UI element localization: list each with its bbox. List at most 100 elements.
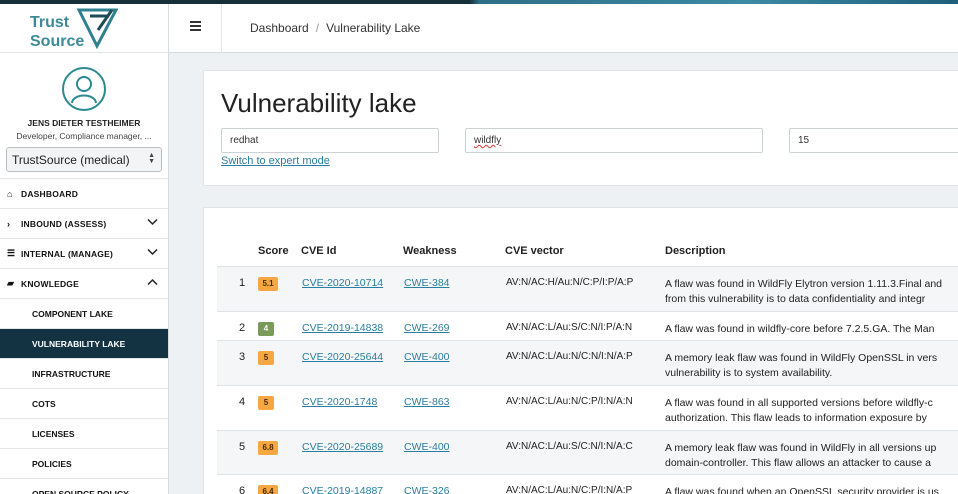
table-row[interactable]: 6 6.4 CVE-2019-14887 CWE-326 AV:N/AC:L/Au:N/… bbox=[217, 474, 958, 494]
row-number: 3 bbox=[238, 351, 246, 363]
header-divider bbox=[221, 4, 222, 53]
cwe-link[interactable]: CWE-400 bbox=[404, 441, 450, 453]
cve-vector: AV:N/AC:L/Au:N/C:N/I:N/A:P bbox=[506, 351, 633, 362]
chevron-up-icon bbox=[147, 278, 158, 286]
table-row[interactable]: 4 5 CVE-2020-1748 CWE-863 AV:N/AC:L/Au:N/C:P… bbox=[217, 385, 958, 430]
description: A flaw was found when an OpenSSL securit… bbox=[665, 485, 958, 494]
cve-link[interactable]: CVE-2020-1748 bbox=[302, 396, 377, 408]
top-header: Dashboard / Vulnerability Lake bbox=[169, 4, 958, 53]
expert-mode-link[interactable]: Switch to expert mode bbox=[221, 155, 330, 167]
nav-dashboard[interactable]: ⌂ DASHBOARD bbox=[0, 179, 168, 209]
description: A flaw was found in wildfly-core before … bbox=[665, 322, 958, 337]
row-number: 2 bbox=[238, 322, 246, 334]
sidebar: Trust Source JENS DIETER TESTHEIMER Deve… bbox=[0, 0, 169, 494]
description-line: A flaw was found in all supported versio… bbox=[665, 397, 933, 409]
description-line: A flaw was found when an OpenSSL securit… bbox=[665, 486, 939, 494]
score-badge: 5 bbox=[258, 351, 274, 365]
nav-knowledge[interactable]: ▰ KNOWLEDGE bbox=[0, 269, 168, 299]
cve-vector: AV:N/AC:L/Au:N/C:P/I:N/A:N bbox=[506, 396, 633, 407]
organization-select-value: TrustSource (medical) bbox=[12, 153, 130, 167]
description: A memory leak flaw was found in WildFly … bbox=[665, 351, 958, 381]
description-line: A flaw was found in WildFly Elytron vers… bbox=[665, 278, 943, 290]
description-line: authorization. This flaw leads to inform… bbox=[665, 412, 927, 424]
sidebar-item-policies[interactable]: POLICIES bbox=[0, 449, 168, 479]
cve-vector: AV:N/AC:L/Au:S/C:N/I:P/A:N bbox=[506, 322, 633, 333]
cwe-link[interactable]: CWE-863 bbox=[404, 396, 450, 408]
trustsource-logo-icon bbox=[76, 8, 118, 50]
hamburger-menu-icon[interactable] bbox=[190, 21, 201, 33]
description: A flaw was found in WildFly Elytron vers… bbox=[665, 277, 958, 307]
product-input-value: wildfly bbox=[474, 135, 502, 146]
table-row[interactable]: 2 4 CVE-2019-14838 CWE-269 AV:N/AC:L/Au:S/C:… bbox=[217, 311, 958, 340]
cve-vector: AV:N/AC:L/Au:S/C:N/I:N/A:C bbox=[506, 441, 633, 452]
page-title: Vulnerability lake bbox=[221, 88, 417, 118]
user-avatar-icon[interactable] bbox=[62, 67, 106, 111]
col-description[interactable]: Description bbox=[665, 245, 726, 257]
table-header: Score CVE Id Weakness CVE vector Descrip… bbox=[204, 245, 958, 266]
col-cve-id[interactable]: CVE Id bbox=[301, 245, 336, 257]
description-line: domain-controller. This flaw allows an a… bbox=[665, 457, 931, 469]
organization-select[interactable]: TrustSource (medical) ▲ ▼ bbox=[6, 147, 162, 172]
score-badge: 5 bbox=[258, 396, 274, 410]
cwe-link[interactable]: CWE-384 bbox=[404, 277, 450, 289]
breadcrumb: Dashboard / Vulnerability Lake bbox=[250, 21, 421, 35]
table-row[interactable]: 5 6.8 CVE-2020-25689 CWE-400 AV:N/AC:L/Au:S/… bbox=[217, 430, 958, 474]
nav-internal[interactable]: ☰ INTERNAL (MANAGE) bbox=[0, 239, 168, 269]
product-input[interactable]: wildfly bbox=[465, 128, 763, 153]
description: A flaw was found in all supported versio… bbox=[665, 396, 958, 426]
select-arrows-icon: ▲ ▼ bbox=[148, 152, 155, 165]
col-score[interactable]: Score bbox=[258, 245, 289, 257]
score-badge: 6.4 bbox=[258, 485, 278, 494]
sidebar-item-cots[interactable]: COTS bbox=[0, 389, 168, 419]
sidebar-item-open-source-policy[interactable]: OPEN SOURCE POLICY bbox=[0, 479, 168, 494]
score-badge: 5.1 bbox=[258, 277, 278, 291]
table-row[interactable]: 1 5.1 CVE-2020-10714 CWE-384 AV:N/AC:H/Au:N/… bbox=[217, 266, 958, 311]
sidebar-item-infrastructure[interactable]: INFRASTRUCTURE bbox=[0, 359, 168, 389]
cwe-link[interactable]: CWE-326 bbox=[404, 485, 450, 494]
search-card: Vulnerability lake redhat wildfly 15 Swi… bbox=[203, 70, 958, 186]
description-line: from this vulnerability is to data confi… bbox=[665, 293, 926, 305]
cve-link[interactable]: CVE-2019-14887 bbox=[302, 485, 383, 494]
description-line: A memory leak flaw was found in WildFly … bbox=[665, 352, 938, 364]
top-accent-strip bbox=[0, 0, 958, 4]
breadcrumb-dashboard-link[interactable]: Dashboard bbox=[250, 21, 309, 35]
description-line: A flaw was found in wildfly-core before … bbox=[665, 323, 935, 335]
nav-inbound[interactable]: › INBOUND (ASSESS) bbox=[0, 209, 168, 239]
user-name: JENS DIETER TESTHEIMER bbox=[27, 118, 141, 128]
sidebar-item-vulnerability-lake[interactable]: VULNERABILITY LAKE bbox=[0, 329, 168, 359]
cve-vector: AV:N/AC:H/Au:N/C:P/I:P/A:P bbox=[506, 277, 634, 288]
nav-internal-label: INTERNAL (MANAGE) bbox=[21, 248, 114, 259]
login-icon: › bbox=[7, 218, 11, 229]
row-number: 1 bbox=[238, 277, 246, 289]
results-card: Score CVE Id Weakness CVE vector Descrip… bbox=[203, 207, 958, 494]
chevron-down-icon bbox=[147, 218, 158, 226]
cve-link[interactable]: CVE-2019-14838 bbox=[302, 322, 383, 334]
description-line: vulnerability is to system availability. bbox=[665, 367, 833, 379]
row-number: 5 bbox=[238, 441, 246, 453]
nav-knowledge-label: KNOWLEDGE bbox=[21, 278, 79, 289]
cve-link[interactable]: CVE-2020-10714 bbox=[302, 277, 383, 289]
logo[interactable]: Trust Source bbox=[0, 0, 168, 53]
cve-link[interactable]: CVE-2020-25644 bbox=[302, 351, 383, 363]
list-icon: ☰ bbox=[7, 248, 16, 258]
score-badge: 6.8 bbox=[258, 441, 278, 455]
sidebar-item-component-lake[interactable]: COMPONENT LAKE bbox=[0, 299, 168, 329]
col-weakness[interactable]: Weakness bbox=[403, 245, 457, 257]
cwe-link[interactable]: CWE-400 bbox=[404, 351, 450, 363]
home-icon: ⌂ bbox=[7, 188, 13, 199]
sidebar-item-licenses[interactable]: LICENSES bbox=[0, 419, 168, 449]
table-row[interactable]: 3 5 CVE-2020-25644 CWE-400 AV:N/AC:L/Au:N/C:… bbox=[217, 340, 958, 385]
cve-link[interactable]: CVE-2020-25689 bbox=[302, 441, 383, 453]
description-line: A memory leak flaw was found in WildFly … bbox=[665, 442, 937, 454]
row-number: 6 bbox=[238, 485, 246, 494]
vendor-input[interactable]: redhat bbox=[221, 128, 439, 153]
col-cve-vector[interactable]: CVE vector bbox=[505, 245, 564, 257]
cve-vector: AV:N/AC:L/Au:N/C:P/I:N/A:P bbox=[506, 485, 633, 494]
chevron-down-icon bbox=[147, 248, 158, 256]
cwe-link[interactable]: CWE-269 bbox=[404, 322, 450, 334]
description: A memory leak flaw was found in WildFly … bbox=[665, 441, 958, 471]
limit-input[interactable]: 15 bbox=[789, 128, 958, 153]
breadcrumb-current: Vulnerability Lake bbox=[326, 21, 421, 35]
user-role: Developer, Compliance manager, ... bbox=[16, 131, 152, 141]
score-badge: 4 bbox=[258, 322, 274, 336]
